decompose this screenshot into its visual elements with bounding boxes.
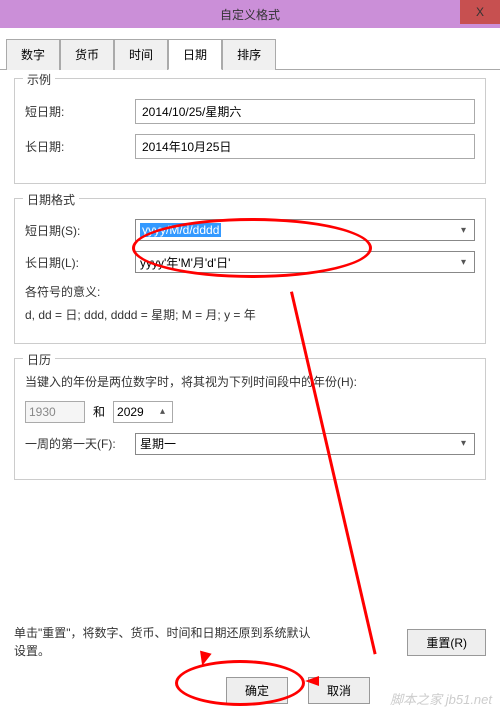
first-day-combo[interactable]: 星期一 ▾ [135,433,475,455]
tab-date[interactable]: 日期 [168,39,222,70]
watermark: 脚本之家 jb51.net [390,689,492,708]
group-example: 示例 短日期: 2014/10/25/星期六 长日期: 2014年10月25日 [14,78,486,184]
window-title: 自定义格式 [220,6,280,23]
footer: 单击"重置"，将数字、货币、时间和日期还原到系统默认设置。 重置(R) [14,624,486,660]
short-date-format-combo[interactable]: yyyy/M/d/dddd ▾ [135,219,475,241]
short-date-example-value: 2014/10/25/星期六 [135,99,475,124]
tab-time[interactable]: 时间 [114,39,168,70]
symbol-hint-body: d, dd = 日; ddd, dddd = 星期; M = 月; y = 年 [25,306,475,325]
action-bar: 确定 取消 [226,677,370,704]
spinner-icon: ▴ [156,406,169,417]
tab-bar: 数字 货币 时间 日期 排序 [0,28,500,70]
reset-button[interactable]: 重置(R) [407,629,486,656]
title-bar: 自定义格式 X [0,0,500,28]
two-digit-year-label: 当键入的年份是两位数字时，将其视为下列时间段中的年份(H): [25,373,475,392]
cancel-button[interactable]: 取消 [308,677,370,704]
tab-sort[interactable]: 排序 [222,39,276,70]
first-day-value: 星期一 [140,435,176,452]
group-title-calendar: 日历 [23,351,55,368]
first-day-label: 一周的第一天(F): [25,435,135,452]
close-icon: X [476,5,484,19]
long-date-format-combo[interactable]: yyyy'年'M'月'd'日' ▾ [135,251,475,273]
close-button[interactable]: X [460,0,500,24]
short-date-format-value: yyyy/M/d/dddd [140,223,221,237]
chevron-down-icon: ▾ [457,257,470,268]
year-end-value: 2029 [117,405,144,419]
group-title-format: 日期格式 [23,191,79,208]
ok-button[interactable]: 确定 [226,677,288,704]
long-date-example-label: 长日期: [25,138,135,155]
chevron-down-icon: ▾ [457,225,470,236]
long-date-format-label: 长日期(L): [25,254,135,271]
tab-number[interactable]: 数字 [6,39,60,70]
year-end-spinner[interactable]: 2029 ▴ [113,401,173,423]
chevron-down-icon: ▾ [457,438,470,449]
long-date-example-value: 2014年10月25日 [135,134,475,159]
group-date-format: 日期格式 短日期(S): yyyy/M/d/dddd ▾ 长日期(L): yyy… [14,198,486,344]
tab-currency[interactable]: 货币 [60,39,114,70]
reset-hint: 单击"重置"，将数字、货币、时间和日期还原到系统默认设置。 [14,624,314,660]
symbol-hint-title: 各符号的意义: [25,283,475,302]
and-label: 和 [93,403,105,420]
year-start-input [25,401,85,423]
short-date-format-label: 短日期(S): [25,222,135,239]
group-calendar: 日历 当键入的年份是两位数字时，将其视为下列时间段中的年份(H): 和 2029… [14,358,486,479]
long-date-format-value: yyyy'年'M'月'd'日' [140,254,230,271]
short-date-example-label: 短日期: [25,103,135,120]
group-title-example: 示例 [23,71,55,88]
